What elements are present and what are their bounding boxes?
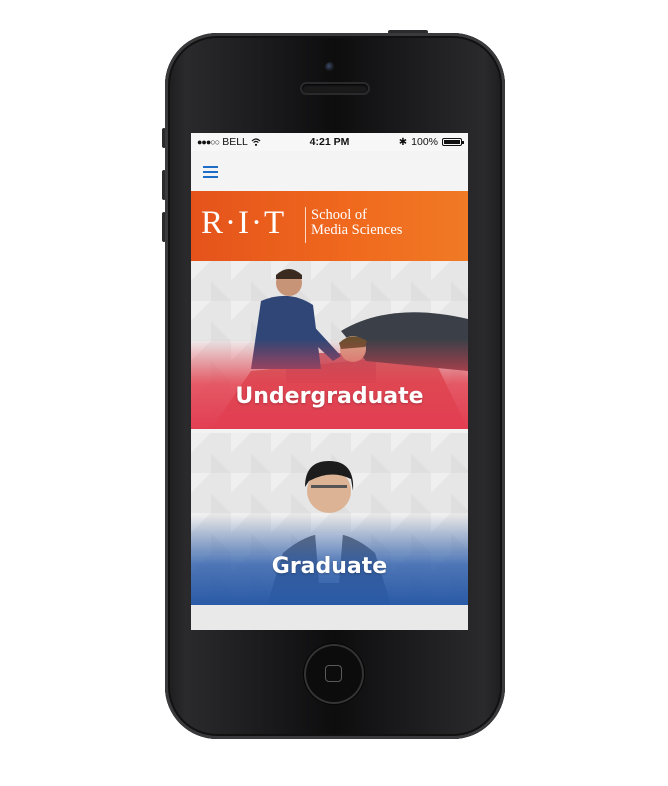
hamburger-menu-icon[interactable]	[203, 166, 218, 178]
bluetooth-icon: ✱	[398, 136, 408, 148]
rit-banner[interactable]: R·I·T School of Media Sciences	[191, 191, 468, 261]
undergraduate-tile[interactable]: Undergraduate	[191, 261, 468, 429]
next-tile-peek	[191, 605, 468, 630]
home-button[interactable]	[304, 644, 364, 704]
phone-screen: ●●●○○ BELL 4:21 PM ✱ 100% R·I·T School o…	[191, 133, 468, 630]
status-bar: ●●●○○ BELL 4:21 PM ✱ 100%	[191, 133, 468, 151]
rit-logo: R·I·T	[201, 205, 287, 241]
school-name-line1: School of	[311, 207, 367, 223]
undergraduate-label: Undergraduate	[235, 384, 424, 409]
earpiece-speaker	[302, 84, 368, 93]
logo-divider	[305, 207, 306, 243]
school-name: School of Media Sciences	[311, 208, 402, 238]
battery-icon	[442, 138, 464, 146]
front-camera	[325, 62, 335, 72]
school-name-line2: Media Sciences	[311, 222, 403, 238]
top-navbar	[191, 151, 468, 191]
battery-percent: 100%	[411, 136, 438, 148]
graduate-tile[interactable]: Graduate	[191, 433, 468, 605]
graduate-label: Graduate	[271, 554, 388, 579]
